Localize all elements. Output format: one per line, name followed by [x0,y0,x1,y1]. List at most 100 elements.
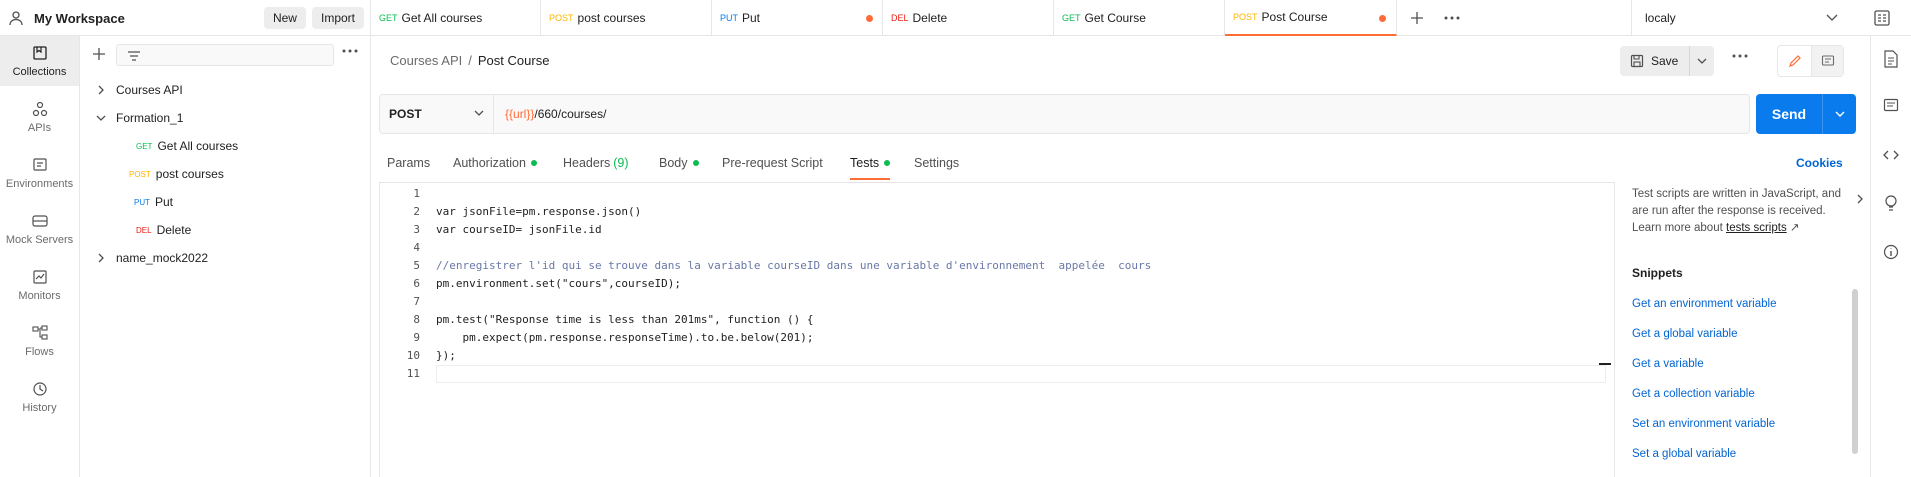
unsaved-dot [866,15,873,22]
environment-name: localy [1645,11,1676,25]
rail-mock-servers[interactable]: Mock Servers [0,204,79,254]
tab-body[interactable]: Body [659,148,699,178]
test-script-editor[interactable]: 1 2 3 4 5 6 7 8 9 10 11 var jsonFile=pm.… [379,182,1615,477]
tree-label: post courses [155,167,224,181]
tab-headers[interactable]: Headers (9) [563,148,629,178]
tree-collection-courses-api[interactable]: Courses API [80,79,371,101]
snippet-link[interactable]: Get a collection variable [1632,388,1755,400]
edit-mode-button[interactable] [1778,46,1812,76]
flows-icon [31,324,48,340]
rail-monitors[interactable]: Monitors [0,260,79,310]
chevron-right-icon[interactable] [1856,194,1864,204]
rail-flows[interactable]: Flows [0,316,79,366]
code-icon[interactable] [1883,148,1899,162]
rail-label: History [22,401,57,414]
environment-selector[interactable]: localy [1631,0,1851,36]
breadcrumb-current[interactable]: Post Course [478,53,550,68]
status-dot [692,160,699,166]
breadcrumb-separator: / [468,53,472,68]
import-button[interactable]: Import [311,7,364,29]
send-options-button[interactable] [1823,94,1856,134]
more-horizontal-icon[interactable] [342,49,358,53]
request-config-tabs: Params Authorization Headers (9) Body Pre… [371,148,1870,180]
tab-delete[interactable]: DEL Delete [883,0,1054,36]
current-line-highlight [436,365,1606,383]
tab-get-course[interactable]: GET Get Course [1054,0,1225,36]
more-horizontal-icon[interactable] [1732,54,1748,58]
environment-quick-look-icon[interactable] [1872,8,1892,28]
chevron-right-icon[interactable] [96,85,106,95]
tab-count: (9) [613,156,629,170]
tree-request-get-all-courses[interactable]: GET Get All courses [80,135,371,157]
rail-collections[interactable]: Collections [0,36,79,86]
tab-label: Get Course [1084,11,1146,25]
save-icon [1630,54,1644,68]
breadcrumb: Courses API / Post Course [390,53,549,68]
snippet-link[interactable]: Set a global variable [1632,448,1736,460]
tab-settings[interactable]: Settings [914,148,959,178]
status-dot [884,160,891,166]
rail-history[interactable]: History [0,372,79,422]
tree-request-delete[interactable]: DEL Delete [80,219,371,241]
snippets-scrollbar[interactable] [1852,289,1858,454]
chevron-down-icon [1697,58,1707,64]
documentation-mode-button[interactable] [1812,46,1843,76]
view-mode-toggle [1777,45,1844,77]
save-options-button[interactable] [1690,57,1714,65]
chevron-right-icon[interactable] [96,253,106,263]
info-icon[interactable] [1883,244,1899,260]
tree-label: Get All courses [157,139,239,153]
tabs-more-button[interactable] [1437,0,1467,36]
tab-tests[interactable]: Tests [850,148,891,180]
lightbulb-icon[interactable] [1883,194,1899,212]
editor-minimap-marker [1599,363,1611,365]
workspace-name[interactable]: My Workspace [34,11,264,26]
snippet-link[interactable]: Get a global variable [1632,328,1737,340]
tree-method: POST [129,169,151,179]
tree-collection-formation-1[interactable]: Formation_1 [80,107,371,129]
comment-icon [1821,55,1834,66]
rail-label: Mock Servers [5,233,74,246]
cookies-link[interactable]: Cookies [1796,148,1843,178]
tab-post-course[interactable]: POST Post Course [1225,0,1397,36]
tree-label: Put [155,195,174,209]
documentation-icon[interactable] [1883,50,1899,68]
status-dot [530,160,537,166]
tree-request-put[interactable]: PUT Put [80,191,371,213]
method-select[interactable]: POST [380,95,494,133]
sidebar-filter-input[interactable] [116,44,334,66]
line-number: 5 [413,259,420,272]
line-number: 10 [406,349,420,362]
comments-icon[interactable] [1883,98,1899,114]
tree-request-post-courses[interactable]: POST post courses [80,163,371,185]
send-button[interactable]: Send [1756,94,1823,134]
chevron-down-icon [1826,14,1838,21]
tab-params[interactable]: Params [387,148,430,178]
save-button[interactable]: Save [1620,46,1690,76]
tab-pre-request-script[interactable]: Pre-request Script [722,148,823,178]
tab-put[interactable]: PUT Put [712,0,883,36]
tests-scripts-link[interactable]: tests scripts [1726,222,1787,234]
tree-label: name_mock2022 [116,251,209,265]
tab-label: Get All courses [401,11,483,25]
tab-authorization[interactable]: Authorization [453,148,537,178]
tab-method: DEL [891,13,909,23]
tab-get-all-courses[interactable]: GET Get All courses [371,0,541,36]
tree-collection-name-mock2022[interactable]: name_mock2022 [80,247,371,269]
snippet-link[interactable]: Get an environment variable [1632,298,1776,310]
rail-apis[interactable]: APIs [0,92,79,142]
new-button[interactable]: New [263,7,306,29]
right-context-rail [1870,36,1911,477]
chevron-down-icon[interactable] [96,113,106,123]
url-input[interactable]: {{url}}/660/courses/ [494,95,606,133]
snippet-link[interactable]: Set an environment variable [1632,418,1775,430]
plus-icon[interactable] [92,47,106,61]
rail-label: Environments [5,177,74,190]
snippet-link[interactable]: Get a variable [1632,358,1704,370]
breadcrumb-parent[interactable]: Courses API [390,53,462,68]
rail-environments[interactable]: Environments [0,148,79,198]
tab-post-courses[interactable]: POST post courses [541,0,712,36]
new-tab-button[interactable] [1397,0,1437,36]
more-horizontal-icon [1444,16,1460,20]
url-path: /660/courses/ [534,107,607,121]
